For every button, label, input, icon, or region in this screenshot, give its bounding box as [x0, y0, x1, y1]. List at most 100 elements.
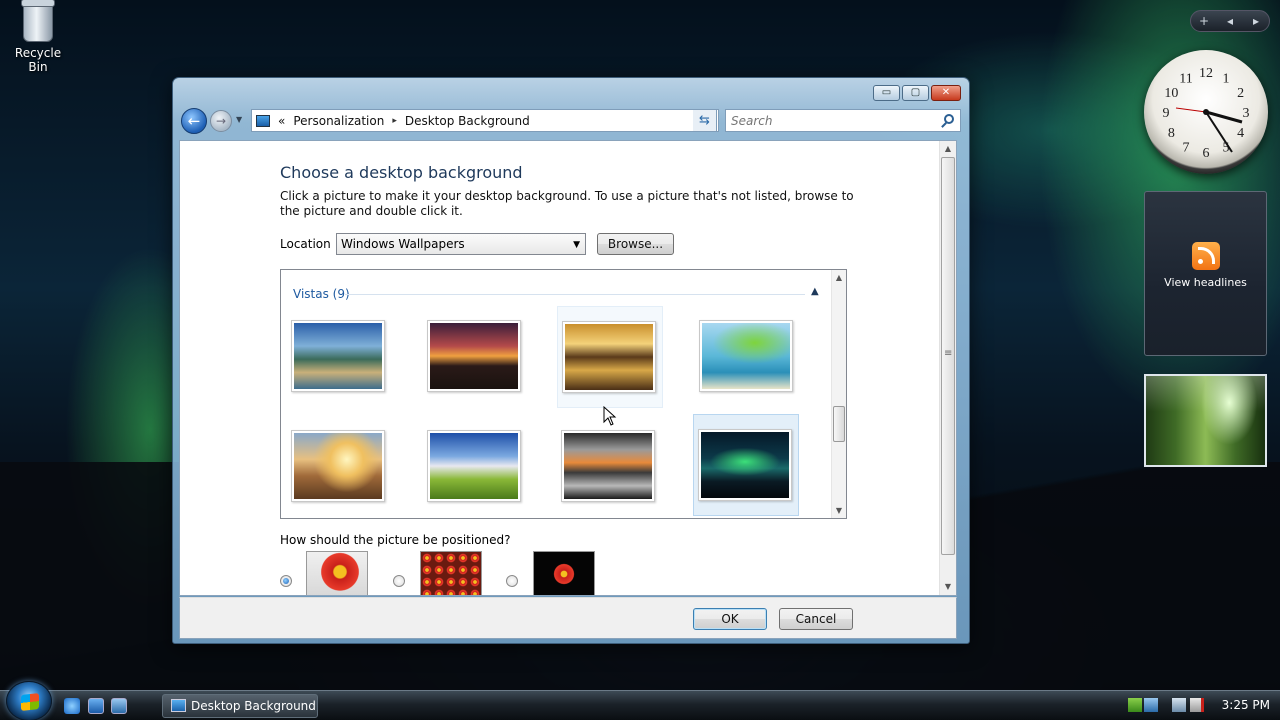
security-icon[interactable]: [1128, 698, 1142, 712]
wallpaper-image: [291, 430, 385, 502]
wallpaper-image: [427, 320, 521, 392]
collapse-group-icon[interactable]: ▲: [811, 286, 819, 297]
internet-explorer-icon[interactable]: [64, 698, 80, 714]
position-tile-radio[interactable]: [393, 575, 405, 587]
taskbar-item-label: Desktop Background: [191, 699, 316, 713]
update-icon[interactable]: [1144, 698, 1158, 712]
clock-numeral: 6: [1203, 146, 1210, 161]
page-description: Click a picture to make it your desktop …: [280, 189, 854, 218]
notification-area: 3:25 PM: [1124, 691, 1280, 720]
gallery-scrollbar[interactable]: ▲ ▼: [831, 270, 846, 518]
clock-numeral: 3: [1243, 106, 1250, 121]
position-question: How should the picture be positioned?: [280, 533, 511, 547]
wallpaper-gallery: Vistas (9) ▲ ▲ ▼: [280, 269, 847, 519]
volume-muted-icon[interactable]: [1190, 698, 1204, 712]
position-tile-image[interactable]: [420, 551, 482, 595]
location-label: Location: [280, 237, 331, 251]
dialog-footer: OK Cancel: [179, 597, 957, 639]
clock-face: 12 1234567891011: [1163, 66, 1250, 161]
wallpaper-thumbnail-selected[interactable]: [693, 414, 799, 516]
sidebar-add-gadget-button[interactable]: +: [1191, 14, 1217, 28]
show-desktop-icon[interactable]: [88, 698, 104, 714]
position-fill-image[interactable]: [306, 551, 368, 595]
clock-numeral: 7: [1183, 141, 1190, 156]
network-icon[interactable]: [1172, 698, 1186, 712]
breadcrumb-prefix[interactable]: «: [278, 114, 285, 128]
taskbar-item-desktop-background[interactable]: Desktop Background: [162, 694, 318, 718]
clock-gadget[interactable]: 12 1 2 3 4 5 6 7 8 9 10 11: [1144, 50, 1268, 174]
clock-time[interactable]: 3:25 PM: [1222, 698, 1270, 712]
minimize-button[interactable]: ▭: [873, 85, 900, 101]
clock-numeral: 10: [1164, 86, 1178, 101]
desktop-background-window: ▭ ▢ ✕ ← → ▼ « Personalization ▸ Desktop …: [172, 77, 970, 644]
gallery-scroll-thumb[interactable]: [833, 406, 845, 442]
wallpaper-image: [427, 430, 521, 502]
scroll-up-icon[interactable]: ▲: [940, 141, 956, 157]
refresh-icon[interactable]: ⇆: [693, 109, 717, 132]
slideshow-gadget[interactable]: [1144, 374, 1267, 467]
scroll-down-icon[interactable]: ▼: [940, 579, 956, 595]
forward-button[interactable]: →: [210, 110, 232, 132]
clock-numeral: 9: [1163, 106, 1170, 121]
scroll-down-icon[interactable]: ▼: [832, 506, 846, 515]
chevron-down-icon: ▼: [573, 240, 580, 250]
clock-numeral: 12: [1199, 66, 1213, 81]
back-button[interactable]: ←: [181, 108, 207, 134]
address-bar[interactable]: « Personalization ▸ Desktop Background ▼: [251, 109, 719, 132]
clock-second-hand: [1175, 107, 1207, 113]
wallpaper-thumbnail[interactable]: [557, 416, 663, 518]
recycle-bin-shortcut[interactable]: Recycle Bin: [6, 0, 70, 74]
content-scrollbar[interactable]: ▲ ▼: [939, 141, 956, 595]
control-panel-icon: [256, 114, 270, 127]
close-button[interactable]: ✕: [931, 85, 961, 101]
wallpaper-thumbnail[interactable]: [287, 306, 393, 408]
sidebar-prev-button[interactable]: ◂: [1217, 14, 1243, 28]
ok-button[interactable]: OK: [693, 608, 767, 630]
sidebar-next-button[interactable]: ▸: [1243, 14, 1269, 28]
group-header-vistas[interactable]: Vistas (9): [293, 287, 350, 301]
group-divider: [345, 294, 805, 295]
sidebar-controls: + ◂ ▸: [1190, 10, 1270, 32]
recycle-bin-label: Recycle Bin: [14, 46, 62, 74]
search-box[interactable]: [725, 109, 961, 132]
cancel-button[interactable]: Cancel: [779, 608, 853, 630]
breadcrumb-personalization[interactable]: Personalization: [293, 114, 384, 128]
navigation-bar: ← → ▼ « Personalization ▸ Desktop Backgr…: [179, 107, 963, 135]
scroll-up-icon[interactable]: ▲: [832, 273, 846, 282]
location-select[interactable]: Windows Wallpapers ▼: [336, 233, 586, 255]
position-center-radio[interactable]: [506, 575, 518, 587]
breadcrumb-desktop-background[interactable]: Desktop Background: [405, 114, 530, 128]
position-center-image[interactable]: [533, 551, 595, 595]
clock-numeral: 11: [1179, 71, 1192, 86]
clock-numeral: 4: [1237, 126, 1244, 141]
maximize-button[interactable]: ▢: [902, 85, 929, 101]
content-pane: Choose a desktop background Click a pict…: [179, 140, 957, 596]
wallpaper-thumbnail[interactable]: [287, 416, 393, 518]
recent-pages-dropdown[interactable]: ▼: [236, 115, 242, 124]
breadcrumb-separator[interactable]: ▸: [392, 116, 397, 126]
feed-headlines-gadget[interactable]: View headlines: [1144, 191, 1267, 356]
wallpaper-image: [561, 430, 655, 502]
window-caption-buttons: ▭ ▢ ✕: [873, 85, 961, 101]
wallpaper-image: [699, 320, 793, 392]
clock-numeral: 2: [1237, 86, 1244, 101]
control-panel-icon: [171, 699, 186, 712]
wallpaper-image: [698, 429, 792, 501]
wallpaper-thumbnail[interactable]: [695, 306, 801, 408]
switch-windows-icon[interactable]: [111, 698, 127, 714]
feed-headlines-label: View headlines: [1164, 276, 1247, 289]
search-input[interactable]: [726, 110, 926, 131]
page-title: Choose a desktop background: [280, 163, 523, 182]
search-icon[interactable]: [944, 114, 954, 124]
wallpaper-thumbnail[interactable]: [423, 306, 529, 408]
clock-numeral: 8: [1168, 126, 1175, 141]
start-button[interactable]: [6, 681, 52, 720]
wallpaper-thumbnail[interactable]: [423, 416, 529, 518]
clock-numeral: 1: [1223, 71, 1230, 86]
wallpaper-thumbnail[interactable]: [557, 306, 663, 408]
wallpaper-image: [562, 321, 656, 393]
content-scroll-thumb[interactable]: [941, 157, 955, 555]
browse-button[interactable]: Browse...: [597, 233, 674, 255]
wallpaper-image: [291, 320, 385, 392]
position-fill-radio[interactable]: [280, 575, 292, 587]
